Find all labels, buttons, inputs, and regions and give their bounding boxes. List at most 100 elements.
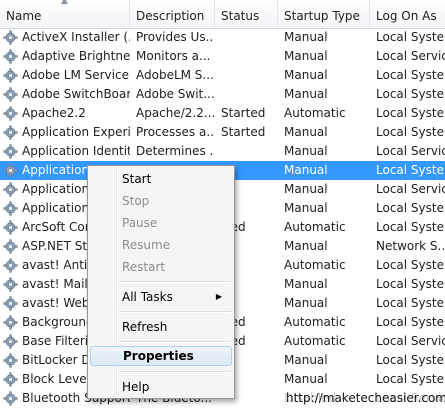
service-startup-type: Manual [284, 163, 328, 177]
service-gear-icon [3, 220, 18, 235]
column-header-log-on-as[interactable]: Log On As [370, 0, 445, 28]
service-gear-icon [3, 258, 18, 273]
service-gear-icon [3, 182, 18, 197]
menu-item-all-tasks[interactable]: All Tasks ▶ [90, 287, 232, 307]
service-startup-type: Manual [284, 201, 328, 215]
service-description: Monitors a... [136, 49, 211, 63]
sort-arrow-icon: ▲ [61, 0, 68, 6]
service-log-on-as: Local Syste... [376, 201, 445, 215]
service-name: Apache2.2 [22, 106, 86, 120]
service-startup-type: Manual [284, 144, 328, 158]
service-log-on-as: Local Syste... [376, 353, 445, 367]
service-gear-icon [3, 125, 18, 140]
column-header-status[interactable]: Status [215, 0, 278, 28]
service-log-on-as: Local Syste... [376, 258, 445, 272]
context-menu: Start Stop Pause Resume Restart All Task… [87, 165, 235, 399]
service-gear-icon [3, 296, 18, 311]
service-log-on-as: Local Syste... [376, 296, 445, 310]
menu-item-pause: Pause [122, 216, 158, 230]
service-status [221, 47, 277, 66]
column-header-name[interactable]: ▲ Name [0, 0, 130, 28]
service-startup-type: Manual [284, 182, 328, 196]
service-gear-icon [3, 353, 18, 368]
service-log-on-as: Local Syste... [376, 68, 445, 82]
service-row[interactable]: Adobe SwitchBoard Adobe Swit... Manual Loca… [0, 85, 445, 104]
service-row[interactable]: ActiveX Installer (... Provides Us... Manu… [0, 28, 445, 47]
service-startup-type: Automatic [284, 106, 346, 120]
service-log-on-as: Local Syste... [376, 315, 445, 329]
menu-item-refresh[interactable]: Refresh [90, 317, 232, 337]
service-startup-type: Manual [284, 239, 328, 253]
menu-item-stop: Stop [122, 194, 150, 208]
service-startup-type: Automatic [284, 334, 346, 348]
service-startup-type: Manual [284, 49, 328, 63]
submenu-arrow-icon: ▶ [215, 292, 222, 301]
service-status [221, 142, 277, 161]
menu-separator [119, 311, 231, 313]
column-header-startup-type[interactable]: Startup Type [278, 0, 370, 28]
service-name: Application Experi... [22, 125, 130, 139]
service-log-on-as: Local Syste... [376, 220, 445, 234]
service-log-on-as: Local Service [376, 182, 445, 196]
service-startup-type: Manual [284, 296, 328, 310]
service-name: Application Identity [22, 144, 130, 158]
service-description: Provides Us... [136, 30, 214, 44]
column-header-description[interactable]: Description [130, 0, 215, 28]
service-description: Apache/2.2.... [136, 106, 214, 120]
service-name: ActiveX Installer (... [22, 30, 130, 44]
menu-item-restart: Restart [122, 260, 166, 274]
service-name: Adobe SwitchBoard [22, 87, 130, 101]
service-row[interactable]: Apache2.2 Apache/2.2.... Started Automatic L… [0, 104, 445, 123]
service-gear-icon [3, 391, 18, 406]
service-gear-icon [3, 87, 18, 102]
watermark-url: http://maketecheasier.com [280, 388, 445, 409]
service-description: AdobeLM S... [136, 68, 214, 82]
service-description: Processes a... [136, 125, 214, 139]
menu-item-start[interactable]: Start [90, 169, 232, 189]
service-gear-icon [3, 49, 18, 64]
menu-separator [119, 341, 231, 343]
service-gear-icon [3, 239, 18, 254]
service-startup-type: Automatic [284, 258, 346, 272]
service-row[interactable]: Adaptive Brightness Monitors a... Manual Lo… [0, 47, 445, 66]
service-status: Started [221, 106, 266, 120]
service-name: Adobe LM Service [22, 68, 129, 82]
service-row[interactable]: Application Identity Determines ... Manual… [0, 142, 445, 161]
menu-item-resume: Resume [122, 238, 171, 252]
column-header-row: ▲ Name Description Status Startup Type L… [0, 0, 445, 29]
service-startup-type: Manual [284, 277, 328, 291]
service-gear-icon [3, 315, 18, 330]
service-startup-type: Manual [284, 68, 328, 82]
service-status: Started [221, 125, 266, 139]
service-startup-type: Manual [284, 30, 328, 44]
menu-separator [119, 371, 231, 373]
service-log-on-as: Local Syste... [376, 372, 445, 386]
service-log-on-as: Local Syste... [376, 163, 445, 177]
menu-item-properties[interactable]: Properties [90, 346, 232, 366]
service-status [221, 85, 277, 104]
service-gear-icon [3, 201, 18, 216]
service-row[interactable]: Application Experi... Processes a... Start… [0, 123, 445, 142]
service-gear-icon [3, 163, 18, 178]
service-log-on-as: Local Service [376, 49, 445, 63]
service-startup-type: Manual [284, 353, 328, 367]
menu-item-help[interactable]: Help [90, 377, 232, 397]
service-gear-icon [3, 106, 18, 121]
service-log-on-as: Local Syste... [376, 125, 445, 139]
service-gear-icon [3, 30, 18, 45]
service-startup-type: Automatic [284, 220, 346, 234]
service-startup-type: Manual [284, 125, 328, 139]
service-gear-icon [3, 277, 18, 292]
column-header-name-label: Name [6, 9, 42, 23]
service-gear-icon [3, 334, 18, 349]
service-gear-icon [3, 372, 18, 387]
service-gear-icon [3, 144, 18, 159]
service-status [221, 66, 277, 85]
service-row[interactable]: Adobe LM Service AdobeLM S... Manual Local … [0, 66, 445, 85]
service-log-on-as: Local Syste... [376, 277, 445, 291]
service-startup-type: Manual [284, 372, 328, 386]
menu-separator [119, 281, 231, 283]
service-gear-icon [3, 68, 18, 83]
service-startup-type: Automatic [284, 315, 346, 329]
service-description: Adobe Swit... [136, 87, 214, 101]
